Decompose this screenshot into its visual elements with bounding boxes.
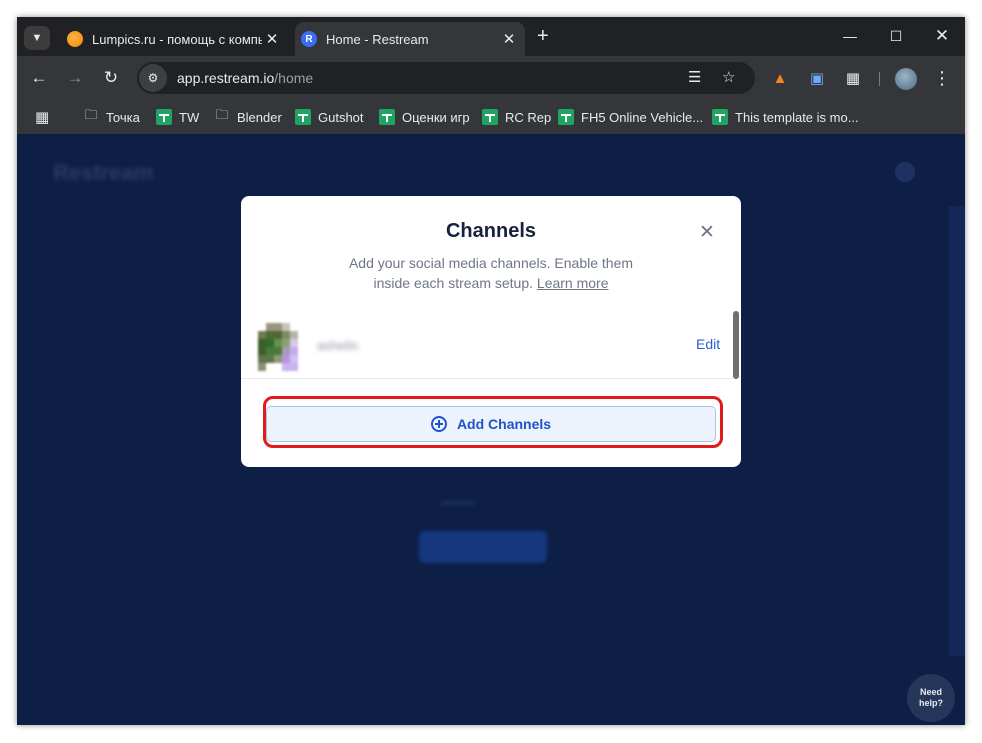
sheets-icon bbox=[482, 109, 498, 125]
background-panel bbox=[949, 206, 965, 656]
close-icon[interactable]: ✕ bbox=[695, 220, 719, 244]
bookmark-blender[interactable]: 🗀 Blender bbox=[214, 107, 282, 126]
bookmark-fh5[interactable]: FH5 Online Vehicle... bbox=[558, 108, 703, 126]
bookmark-rc-rep[interactable]: RC Rep bbox=[482, 108, 551, 126]
close-tab-icon[interactable]: ✕ bbox=[262, 30, 282, 48]
close-window-icon[interactable]: ✕ bbox=[919, 23, 965, 49]
bookmark-label: TW bbox=[179, 109, 200, 125]
new-tab-icon[interactable]: + bbox=[537, 25, 549, 48]
bookmark-label: Blender bbox=[237, 109, 282, 125]
folder-icon: 🗀 bbox=[215, 107, 229, 122]
channel-avatar bbox=[258, 323, 306, 371]
sheets-icon bbox=[558, 109, 574, 125]
modal-description: Add your social media channels. Enable t… bbox=[331, 253, 651, 293]
sheets-icon bbox=[156, 109, 172, 125]
bookmark-template[interactable]: This template is mo... bbox=[712, 108, 859, 126]
sheets-icon bbox=[295, 109, 311, 125]
site-settings-icon[interactable]: ⚙ bbox=[139, 64, 167, 92]
address-bar[interactable]: ⚙ app.restream.io/home ☰ ☆ bbox=[137, 62, 755, 94]
toolbar-divider bbox=[879, 72, 880, 86]
url-text[interactable]: app.restream.io/home bbox=[177, 70, 313, 86]
bookmark-label: FH5 Online Vehicle... bbox=[581, 109, 704, 125]
tab-lumpics[interactable]: Lumpics.ru - помощь с компьютером ✕ bbox=[61, 22, 288, 56]
learn-more-link[interactable]: Learn more bbox=[537, 275, 609, 291]
bookmark-label: This template is mo... bbox=[735, 109, 859, 125]
minimize-icon[interactable]: — bbox=[827, 23, 873, 49]
bookmark-otsenki-igr[interactable]: Оценки игр bbox=[379, 108, 470, 126]
sheets-icon bbox=[712, 109, 728, 125]
bookmark-tw[interactable]: TW bbox=[156, 108, 199, 126]
back-arrow-icon[interactable]: ← bbox=[27, 66, 51, 90]
apps-grid-icon[interactable]: ▦ bbox=[35, 108, 49, 126]
background-text: •••••••• bbox=[441, 496, 475, 510]
profile-avatar[interactable] bbox=[895, 68, 917, 90]
restream-logo: Restream bbox=[53, 160, 154, 185]
maximize-icon[interactable]: ☐ bbox=[873, 23, 919, 49]
extensions-puzzle-icon[interactable]: ▦ bbox=[841, 66, 865, 90]
tab-strip: ▼ Lumpics.ru - помощь с компьютером ✕ R … bbox=[17, 17, 965, 56]
close-tab-icon[interactable]: ✕ bbox=[499, 30, 519, 48]
background-button bbox=[419, 531, 547, 563]
reload-icon[interactable]: ↻ bbox=[99, 66, 123, 90]
bookmark-tochka[interactable]: 🗀 Точка bbox=[83, 107, 140, 126]
bookmark-star-icon[interactable]: ☆ bbox=[722, 68, 735, 86]
sheets-icon bbox=[379, 109, 395, 125]
channel-name: ashelin bbox=[317, 338, 359, 353]
lumpics-favicon-icon bbox=[67, 31, 83, 47]
translate-icon[interactable]: ☰ bbox=[688, 68, 701, 86]
folder-icon: 🗀 bbox=[84, 107, 98, 122]
url-host: app.restream.io bbox=[177, 70, 275, 86]
bitwarden-extension-icon[interactable]: ▣ bbox=[805, 66, 829, 90]
modal-title: Channels bbox=[445, 220, 537, 242]
edit-channel-link[interactable]: Edit bbox=[696, 336, 720, 352]
menu-kebab-icon[interactable]: ⋮ bbox=[930, 66, 954, 90]
restream-favicon-icon: R bbox=[301, 31, 317, 47]
modal-scrollbar[interactable] bbox=[733, 311, 739, 379]
bookmark-label: Gutshot bbox=[318, 109, 364, 125]
bookmark-label: RC Rep bbox=[505, 109, 552, 125]
background-icon bbox=[895, 162, 915, 182]
highlight-annotation bbox=[263, 396, 723, 448]
forward-arrow-icon[interactable]: → bbox=[63, 66, 87, 90]
tab-title: Lumpics.ru - помощь с компьютером bbox=[92, 31, 262, 47]
channel-row: ashelin Edit bbox=[241, 316, 733, 379]
bookmark-label: Оценки игр bbox=[402, 109, 470, 125]
bookmarks-bar: ▦ 🗀 Точка TW 🗀 Blender Gutshot Оценки иг… bbox=[17, 100, 965, 134]
tab-search-button[interactable]: ▼ bbox=[24, 26, 50, 50]
bookmark-label: Точка bbox=[106, 109, 140, 125]
tab-title: Home - Restream bbox=[326, 31, 429, 47]
browser-toolbar: ← → ↻ ⚙ app.restream.io/home ☰ ☆ ▲ ▣ ▦ ⋮ bbox=[17, 56, 965, 100]
tab-restream[interactable]: R Home - Restream ✕ bbox=[295, 22, 525, 56]
chevron-down-icon: ▼ bbox=[31, 32, 43, 44]
bookmark-gutshot[interactable]: Gutshot bbox=[295, 108, 364, 126]
url-path: /home bbox=[274, 70, 314, 86]
need-help-button[interactable]: Need help? bbox=[907, 674, 955, 722]
metamask-extension-icon[interactable]: ▲ bbox=[768, 66, 792, 90]
